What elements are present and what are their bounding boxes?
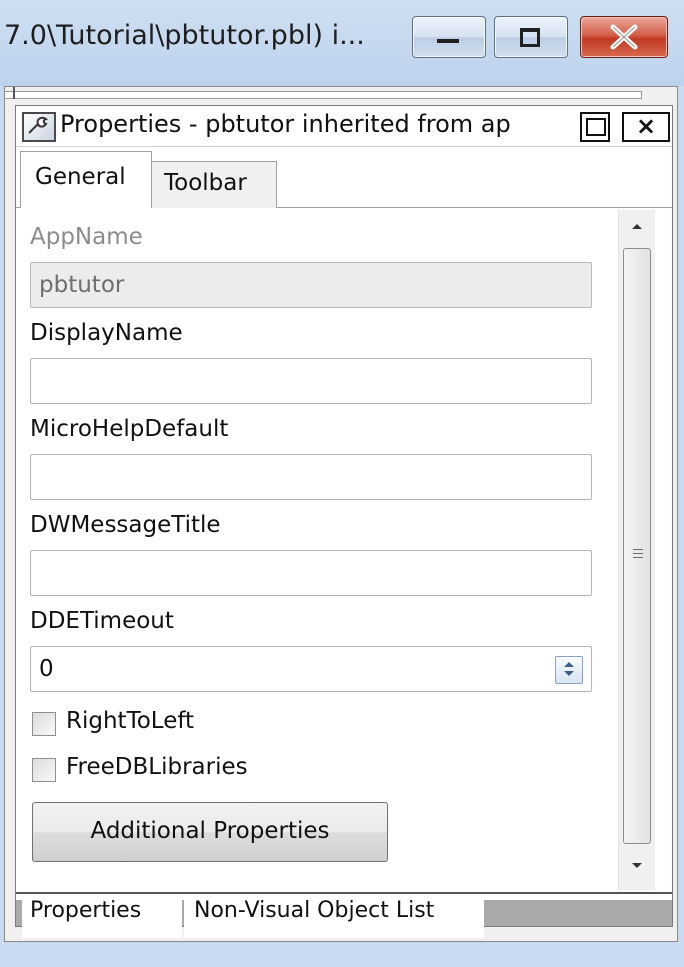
maximize-button[interactable]	[494, 16, 568, 58]
minimize-icon	[437, 39, 459, 43]
close-icon	[610, 24, 638, 50]
panel-restore-button[interactable]	[580, 112, 610, 142]
ddetimeout-field[interactable]: 0	[30, 646, 592, 692]
ddetimeout-label: DDETimeout	[30, 608, 174, 634]
righttoleft-label: RightToLeft	[66, 708, 195, 734]
bottom-tab-strip: Properties Non-Visual Object List	[16, 898, 672, 938]
panel-close-button[interactable]: ×	[622, 112, 670, 142]
tab-general[interactable]: General	[20, 151, 152, 210]
properties-panel-title: Properties - pbtutor inherited from ap	[60, 110, 511, 138]
workspace-splitter[interactable]	[13, 87, 15, 99]
tab-properties-label: Properties	[30, 898, 142, 923]
dwmessagetitle-field[interactable]	[30, 550, 592, 596]
workspace-strip	[5, 91, 642, 99]
ddetimeout-spinner[interactable]	[555, 656, 583, 684]
scroll-up-button[interactable]	[619, 210, 655, 244]
microhelpdefault-label: MicroHelpDefault	[30, 416, 229, 442]
appname-field: pbtutor	[30, 262, 592, 308]
microhelpdefault-field[interactable]	[30, 454, 592, 500]
property-tabs: General Toolbar	[16, 147, 672, 210]
additional-properties-button[interactable]: Additional Properties	[32, 802, 388, 862]
ddetimeout-value: 0	[39, 656, 54, 682]
freedblibraries-label: FreeDBLibraries	[66, 754, 248, 780]
minimize-button[interactable]	[412, 16, 486, 58]
appname-label: AppName	[30, 224, 143, 250]
scroll-up-icon	[632, 224, 642, 229]
properties-icon	[22, 112, 56, 142]
tab-toolbar[interactable]: Toolbar	[152, 161, 277, 208]
tab-general-label: General	[35, 164, 126, 190]
properties-panel: Properties - pbtutor inherited from ap ×…	[15, 105, 673, 938]
properties-panel-title-bar: Properties - pbtutor inherited from ap ×	[16, 106, 672, 147]
window-title: 7.0\Tutorial\pbtutor.pbl) i...	[4, 20, 365, 51]
displayname-label: DisplayName	[30, 320, 183, 346]
tab-toolbar-label: Toolbar	[164, 170, 247, 196]
vertical-scrollbar[interactable]	[618, 210, 655, 890]
righttoleft-checkbox[interactable]	[32, 712, 56, 736]
maximize-icon	[520, 28, 540, 47]
general-properties: AppName pbtutor DisplayName MicroHelpDef…	[16, 210, 618, 890]
window-close-button[interactable]	[580, 16, 668, 58]
tab-non-visual-object-list-label: Non-Visual Object List	[194, 898, 435, 923]
window-title-bar: 7.0\Tutorial\pbtutor.pbl) i...	[0, 0, 684, 86]
window-frame: Properties - pbtutor inherited from ap ×…	[4, 86, 678, 942]
dwmessagetitle-label: DWMessageTitle	[30, 512, 221, 538]
scroll-grip-icon	[633, 549, 643, 561]
scroll-thumb[interactable]	[623, 248, 651, 844]
freedblibraries-checkbox[interactable]	[32, 758, 56, 782]
tab-properties[interactable]: Properties	[22, 898, 182, 938]
bottom-tab-divider	[16, 892, 672, 894]
scroll-down-icon	[632, 863, 642, 868]
displayname-field[interactable]	[30, 358, 592, 404]
spinner-arrows-icon	[564, 662, 574, 676]
tab-non-visual-object-list[interactable]: Non-Visual Object List	[184, 898, 484, 938]
scroll-down-button[interactable]	[619, 850, 655, 884]
